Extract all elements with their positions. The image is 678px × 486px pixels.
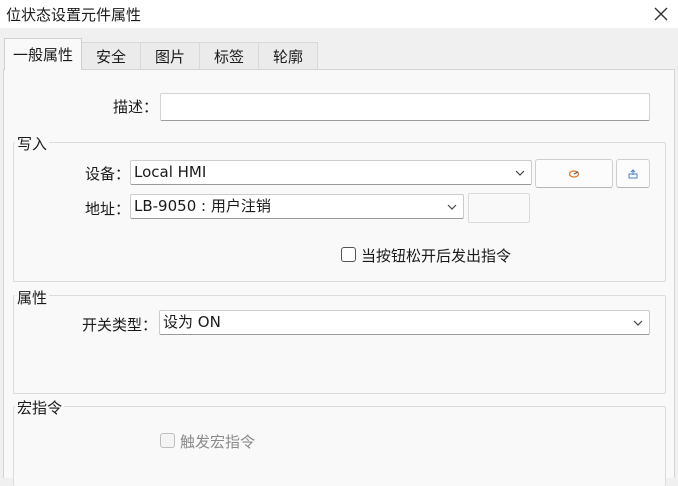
switch-type-label: 开关类型： <box>82 316 158 334</box>
macro-group <box>13 406 666 486</box>
address-select[interactable]: LB-9050 : 用户注销 <box>130 194 464 219</box>
chevron-down-icon <box>633 320 643 326</box>
tab-general[interactable]: 一般属性 <box>4 38 82 70</box>
close-button[interactable] <box>646 0 676 28</box>
import-icon <box>628 168 638 178</box>
device-select[interactable]: Local HMI <box>130 160 532 185</box>
release-trigger-label: 当按钮松开后发出指令 <box>361 247 512 265</box>
tab-label: 轮廓 <box>272 48 303 66</box>
settings-icon <box>568 169 580 178</box>
title-bar: 位状态设置元件属性 <box>0 0 678 28</box>
macro-group-title: 宏指令 <box>15 397 65 418</box>
address-index-input[interactable] <box>468 193 530 223</box>
attributes-group-title: 属性 <box>15 287 50 308</box>
tab-label-text[interactable]: 标签 <box>199 42 259 70</box>
close-icon <box>654 7 668 21</box>
switch-type-value: 设为 ON <box>163 313 221 331</box>
description-label: 描述： <box>113 98 159 116</box>
tab-label: 安全 <box>95 48 126 66</box>
trigger-macro-label: 触发宏指令 <box>180 433 256 451</box>
description-input[interactable] <box>160 93 650 121</box>
write-group-title: 写入 <box>15 133 50 154</box>
device-import-button[interactable] <box>616 159 650 188</box>
tab-label: 标签 <box>213 48 244 66</box>
tab-outline[interactable]: 轮廓 <box>258 42 318 70</box>
tab-picture[interactable]: 图片 <box>140 42 200 70</box>
device-settings-button[interactable] <box>535 159 613 188</box>
chevron-down-icon <box>515 170 525 176</box>
chevron-down-icon <box>447 204 457 210</box>
trigger-macro-checkbox[interactable] <box>160 433 175 448</box>
address-label: 地址： <box>85 200 131 218</box>
device-label: 设备： <box>85 165 131 183</box>
tab-label: 图片 <box>154 48 185 66</box>
window-title: 位状态设置元件属性 <box>6 6 142 24</box>
general-panel: 描述： 写入 设备： Local HMI 地址： LB-9050 : 用户注销 … <box>3 69 675 486</box>
address-value: LB-9050 : 用户注销 <box>134 197 271 215</box>
device-value: Local HMI <box>134 163 207 181</box>
release-trigger-checkbox[interactable] <box>341 247 356 262</box>
switch-type-select[interactable]: 设为 ON <box>159 310 650 335</box>
tab-security[interactable]: 安全 <box>81 42 141 70</box>
tab-label: 一般属性 <box>12 46 73 64</box>
tab-bar: 一般属性 安全 图片 标签 轮廓 <box>0 28 678 70</box>
